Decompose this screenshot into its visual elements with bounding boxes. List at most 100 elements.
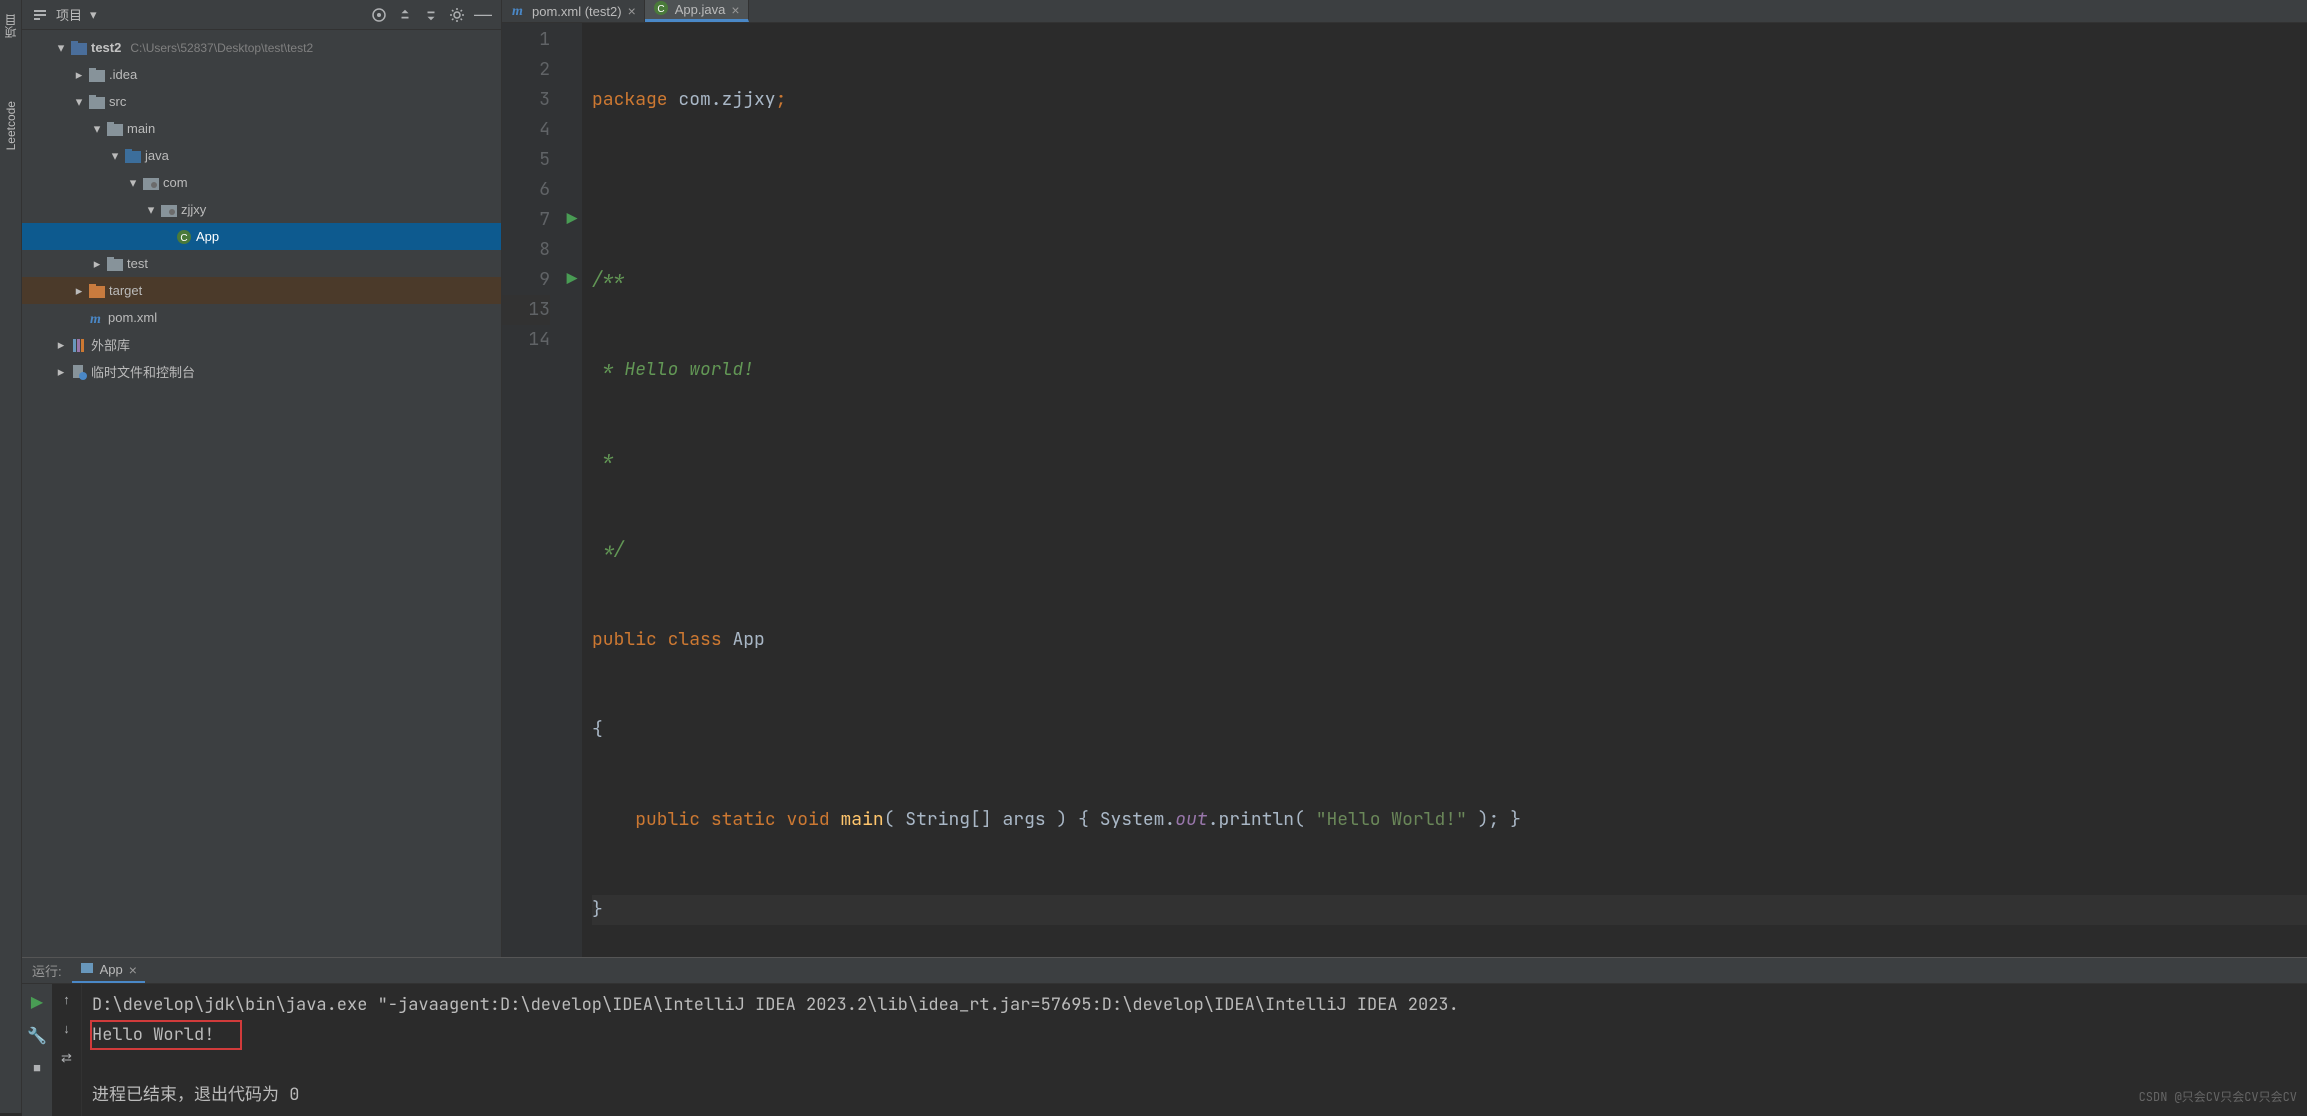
code-token: main (840, 808, 883, 831)
tree-item-com[interactable]: ▾ com (22, 169, 501, 196)
run-tool-buttons: ▶ 🔧 ■ (22, 984, 52, 1116)
tree-item-pom[interactable]: m pom.xml (22, 304, 501, 331)
collapse-all-icon[interactable] (423, 7, 439, 23)
folder-icon (106, 120, 124, 138)
package-icon (142, 174, 160, 192)
chevron-down-icon[interactable]: ▾ (109, 150, 121, 162)
svg-text:m: m (90, 312, 101, 326)
tree-item-java[interactable]: ▾ java (22, 142, 501, 169)
expand-all-icon[interactable] (397, 7, 413, 23)
up-arrow-icon[interactable]: ↑ (63, 992, 70, 1007)
run-method-icon[interactable]: ▶ (562, 265, 582, 295)
java-class-icon: C (175, 228, 193, 246)
line-number[interactable]: 1 (502, 25, 550, 55)
line-number[interactable]: 2 (502, 55, 550, 85)
code-token: ; (776, 88, 787, 111)
watermark: CSDN @只会CV只会CV只会CV (2139, 1082, 2297, 1112)
code-token: class (668, 628, 722, 651)
project-tool-button[interactable]: 项目 (2, 10, 19, 42)
code-area[interactable]: package com.zjjxy; /** * Hello world! * … (582, 23, 2307, 1075)
code-token: static (711, 808, 776, 831)
settings-icon[interactable] (449, 7, 465, 23)
hide-icon[interactable]: — (475, 7, 491, 23)
close-icon[interactable]: × (731, 2, 739, 18)
tab-label: pom.xml (test2) (532, 4, 622, 19)
console-stdout: Hello World! (92, 1020, 2297, 1050)
code-token: com.zjjxy (668, 88, 776, 111)
tree-item-src[interactable]: ▾ src (22, 88, 501, 115)
tree-item-test[interactable]: ▸ test (22, 250, 501, 277)
chevron-right-icon[interactable]: ▸ (73, 69, 85, 81)
chevron-down-icon[interactable]: ▾ (145, 204, 157, 216)
select-opened-file-icon[interactable] (371, 7, 387, 23)
module-icon (70, 39, 88, 57)
soft-wrap-icon[interactable]: ⇄ (61, 1050, 72, 1066)
svg-text:C: C (180, 233, 187, 244)
tree-item-idea[interactable]: ▸ .idea (22, 61, 501, 88)
package-icon (160, 201, 178, 219)
code-token: public (635, 808, 700, 831)
editor-tabs: m pom.xml (test2) × C App.java × (502, 0, 2307, 23)
close-icon[interactable]: × (129, 962, 137, 978)
tree-item-scratch[interactable]: ▸ 临时文件和控制台 (22, 358, 501, 385)
chevron-right-icon[interactable]: ▸ (55, 366, 67, 378)
code-token: ) { (1046, 808, 1100, 831)
run-class-icon[interactable]: ▶ (562, 205, 582, 235)
chevron-down-icon[interactable]: ▾ (91, 123, 103, 135)
chevron-right-icon[interactable]: ▸ (91, 258, 103, 270)
code-token: System. (1100, 808, 1176, 831)
line-number[interactable]: 7 (502, 205, 550, 235)
chevron-right-icon[interactable]: ▸ (55, 339, 67, 351)
tree-item-app[interactable]: C App (22, 223, 501, 250)
run-tab-label: App (100, 962, 123, 977)
tree-root[interactable]: ▾ test2 C:\Users\52837\Desktop\test\test… (22, 34, 501, 61)
line-number[interactable]: 6 (502, 175, 550, 205)
source-folder-icon (124, 147, 142, 165)
rerun-icon[interactable]: ▶ (31, 992, 43, 1012)
down-arrow-icon[interactable]: ↓ (63, 1021, 70, 1036)
console-nav: ↑ ↓ ⇄ (52, 984, 82, 1116)
chevron-down-icon[interactable]: ▾ (73, 96, 85, 108)
chevron-down-icon[interactable]: ▾ (55, 42, 67, 54)
tree-item-external[interactable]: ▸ 外部库 (22, 331, 501, 358)
close-icon[interactable]: × (628, 3, 636, 19)
line-number[interactable]: 5 (502, 145, 550, 175)
line-number[interactable]: 14 (502, 325, 550, 355)
line-gutter: 1 2 3 4 5 6 7 8 9 13 14 (502, 23, 562, 1075)
console-output[interactable]: D:\develop\jdk\bin\java.exe "-javaagent:… (82, 984, 2307, 1116)
tab-app[interactable]: C App.java × (645, 0, 749, 22)
code-token: package (592, 88, 668, 111)
leetcode-tool-button[interactable]: Leetcode (4, 97, 18, 154)
tree-item-main[interactable]: ▾ main (22, 115, 501, 142)
project-dropdown-icon[interactable] (32, 7, 48, 23)
console-exit: 进程已结束，退出代码为 0 (92, 1080, 2297, 1110)
dropdown-chevron-icon[interactable]: ▾ (90, 7, 97, 23)
line-number[interactable]: 13 (502, 295, 550, 325)
folder-icon (88, 93, 106, 111)
wrench-icon[interactable]: 🔧 (27, 1026, 47, 1046)
line-number[interactable]: 4 (502, 115, 550, 145)
code-token: App (732, 628, 764, 651)
maven-icon: m (510, 2, 526, 21)
line-number[interactable]: 3 (502, 85, 550, 115)
tree-item-zjjxy[interactable]: ▾ zjjxy (22, 196, 501, 223)
run-config-icon (80, 961, 94, 978)
run-label: 运行: (32, 961, 62, 980)
folder-icon (88, 66, 106, 84)
line-number[interactable]: 8 (502, 235, 550, 265)
code-token: ); } (1467, 808, 1521, 831)
stop-icon[interactable]: ■ (33, 1060, 41, 1075)
tree-path: C:\Users\52837\Desktop\test\test2 (130, 41, 313, 55)
code-token: void (786, 808, 829, 831)
project-panel: 项目 ▾ — (22, 0, 502, 957)
line-number[interactable]: 9 (502, 265, 550, 295)
project-dropdown-label[interactable]: 项目 (56, 5, 82, 24)
chevron-down-icon[interactable]: ▾ (127, 177, 139, 189)
chevron-right-icon[interactable]: ▸ (73, 285, 85, 297)
project-tree[interactable]: ▾ test2 C:\Users\52837\Desktop\test\test… (22, 30, 501, 957)
left-toolbar: 项目 Leetcode (0, 0, 22, 1113)
code-token: } (592, 898, 603, 921)
tree-item-target[interactable]: ▸ target (22, 277, 501, 304)
run-tab-app[interactable]: App × (72, 958, 145, 983)
tab-pom[interactable]: m pom.xml (test2) × (502, 0, 645, 22)
